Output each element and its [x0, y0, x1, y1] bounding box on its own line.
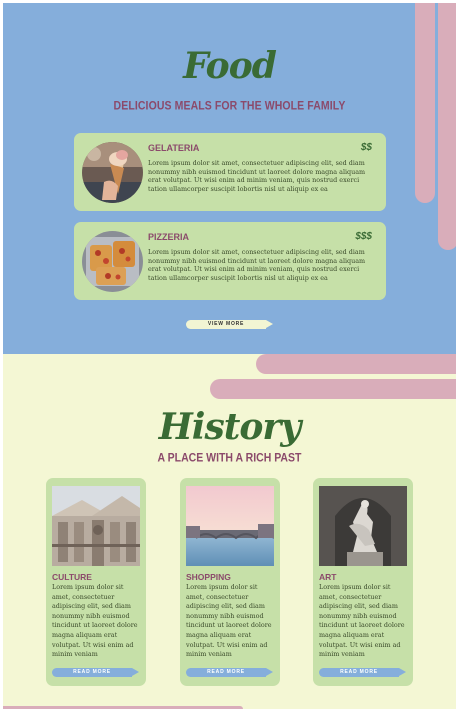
read-more-button[interactable]: READ MORE — [52, 668, 140, 677]
meal-description: Lorem ipsum dolor sit amet, consectetuer… — [148, 159, 366, 194]
meal-description: Lorem ipsum dolor sit amet, consectetuer… — [148, 248, 366, 283]
history-item-description: Lorem ipsum dolor sit amet, consectetuer… — [319, 583, 405, 659]
history-item-name: CULTURE — [52, 572, 92, 582]
history-title: History — [158, 406, 301, 448]
meal-price: $$$ — [355, 231, 372, 242]
history-item-description: Lorem ipsum dolor sit amet, consectetuer… — [186, 583, 272, 659]
read-more-button[interactable]: READ MORE — [319, 668, 407, 677]
read-more-label: READ MORE — [319, 668, 399, 677]
arrow-right-icon — [132, 668, 139, 676]
page: Food DELICIOUS MEALS FOR THE WHOLE FAMIL… — [3, 3, 456, 709]
pizza-tray-photo — [82, 231, 143, 292]
marble-statue-photo — [319, 486, 407, 566]
decorative-pill — [210, 379, 456, 399]
view-more-label: VIEW MORE — [186, 320, 266, 329]
river-bridge-sunset-photo — [186, 486, 274, 566]
meal-name: GELATERIA — [148, 143, 200, 153]
meal-card-pizzeria[interactable]: PIZZERIA $$$ Lorem ipsum dolor sit amet,… — [74, 222, 386, 300]
history-card-shopping[interactable]: SHOPPING Lorem ipsum dolor sit amet, con… — [180, 478, 280, 686]
arrow-right-icon — [266, 320, 273, 328]
food-section: Food DELICIOUS MEALS FOR THE WHOLE FAMIL… — [3, 3, 456, 354]
arrow-right-icon — [399, 668, 406, 676]
meal-name: PIZZERIA — [148, 232, 190, 242]
food-subtitle: DELICIOUS MEALS FOR THE WHOLE FAMILY — [113, 99, 346, 113]
meal-price: $$ — [360, 142, 372, 153]
food-title: Food — [183, 45, 277, 87]
read-more-button[interactable]: READ MORE — [186, 668, 274, 677]
arrow-right-icon — [266, 668, 273, 676]
read-more-label: READ MORE — [52, 668, 132, 677]
history-card-culture[interactable]: CULTURE Lorem ipsum dolor sit amet, cons… — [46, 478, 146, 686]
history-item-name: SHOPPING — [186, 572, 231, 582]
history-subtitle: A PLACE WITH A RICH PAST — [157, 451, 302, 465]
history-card-art[interactable]: ART Lorem ipsum dolor sit amet, consecte… — [313, 478, 413, 686]
cathedral-facade-photo — [52, 486, 140, 566]
decorative-pill — [438, 3, 456, 250]
history-item-name: ART — [319, 572, 337, 582]
view-more-button[interactable]: VIEW MORE — [186, 320, 274, 329]
gelato-cone-photo — [82, 142, 143, 203]
read-more-label: READ MORE — [186, 668, 266, 677]
history-item-description: Lorem ipsum dolor sit amet, consectetuer… — [52, 583, 138, 659]
history-section: History A PLACE WITH A RICH PAST CULTURE… — [3, 354, 456, 709]
decorative-pill — [256, 354, 456, 374]
meal-card-gelateria[interactable]: GELATERIA $$ Lorem ipsum dolor sit amet,… — [74, 133, 386, 211]
